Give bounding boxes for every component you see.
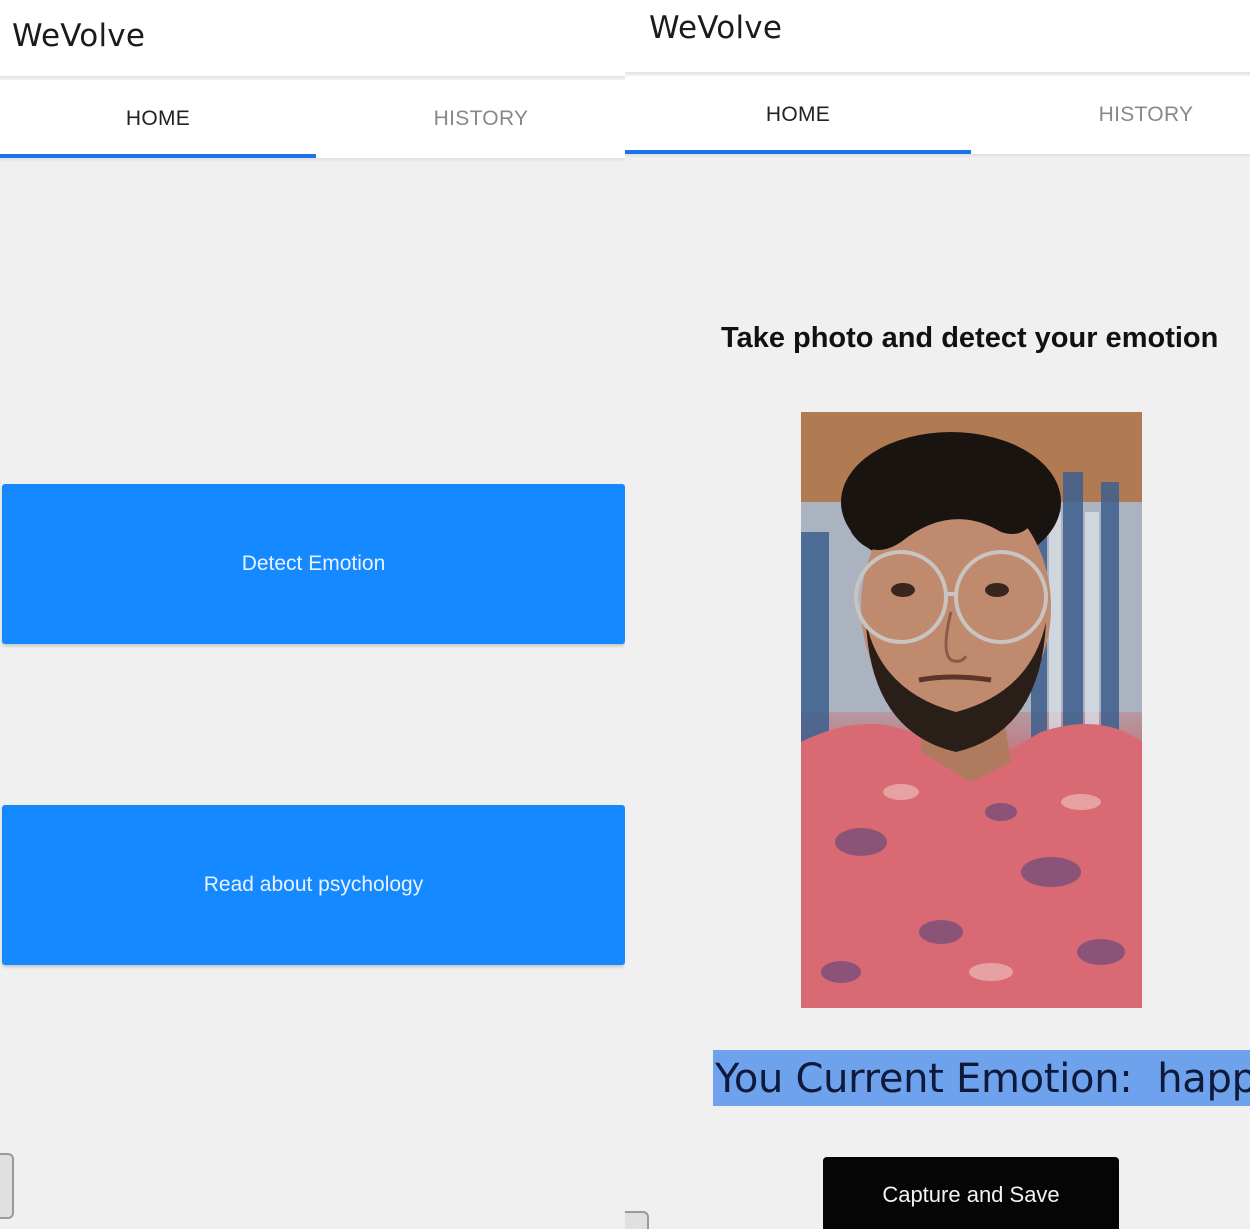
scroll-handle[interactable] (625, 1211, 649, 1229)
tab-home[interactable]: HOME (0, 80, 316, 158)
tab-history[interactable]: HISTORY (971, 76, 1250, 154)
app-bar: WeVolve (0, 0, 625, 78)
tab-bar: HOME HISTORY (625, 76, 1250, 154)
tab-bar: HOME HISTORY (0, 80, 625, 158)
selfie-image (801, 412, 1142, 1008)
scroll-handle[interactable] (0, 1153, 14, 1219)
app-title: WeVolve (649, 10, 783, 46)
detect-emotion-button[interactable]: Detect Emotion (2, 484, 625, 644)
capture-and-save-button[interactable]: Capture and Save (823, 1157, 1119, 1229)
tab-home[interactable]: HOME (625, 76, 971, 154)
active-tab-indicator (625, 150, 971, 154)
app-bar: WeVolve (625, 0, 1250, 74)
right-screen: WeVolve HOME HISTORY Take photo and dete… (625, 0, 1250, 1229)
current-emotion-text: You Current Emotion: happy (713, 1050, 1250, 1106)
left-screen: WeVolve HOME HISTORY Detect Emotion Read… (0, 0, 625, 1229)
active-tab-indicator (0, 154, 316, 158)
captured-photo (801, 412, 1142, 1008)
page-heading: Take photo and detect your emotion (721, 322, 1219, 354)
read-psychology-button[interactable]: Read about psychology (2, 805, 625, 965)
tab-history[interactable]: HISTORY (316, 80, 625, 158)
app-title: WeVolve (12, 18, 146, 54)
